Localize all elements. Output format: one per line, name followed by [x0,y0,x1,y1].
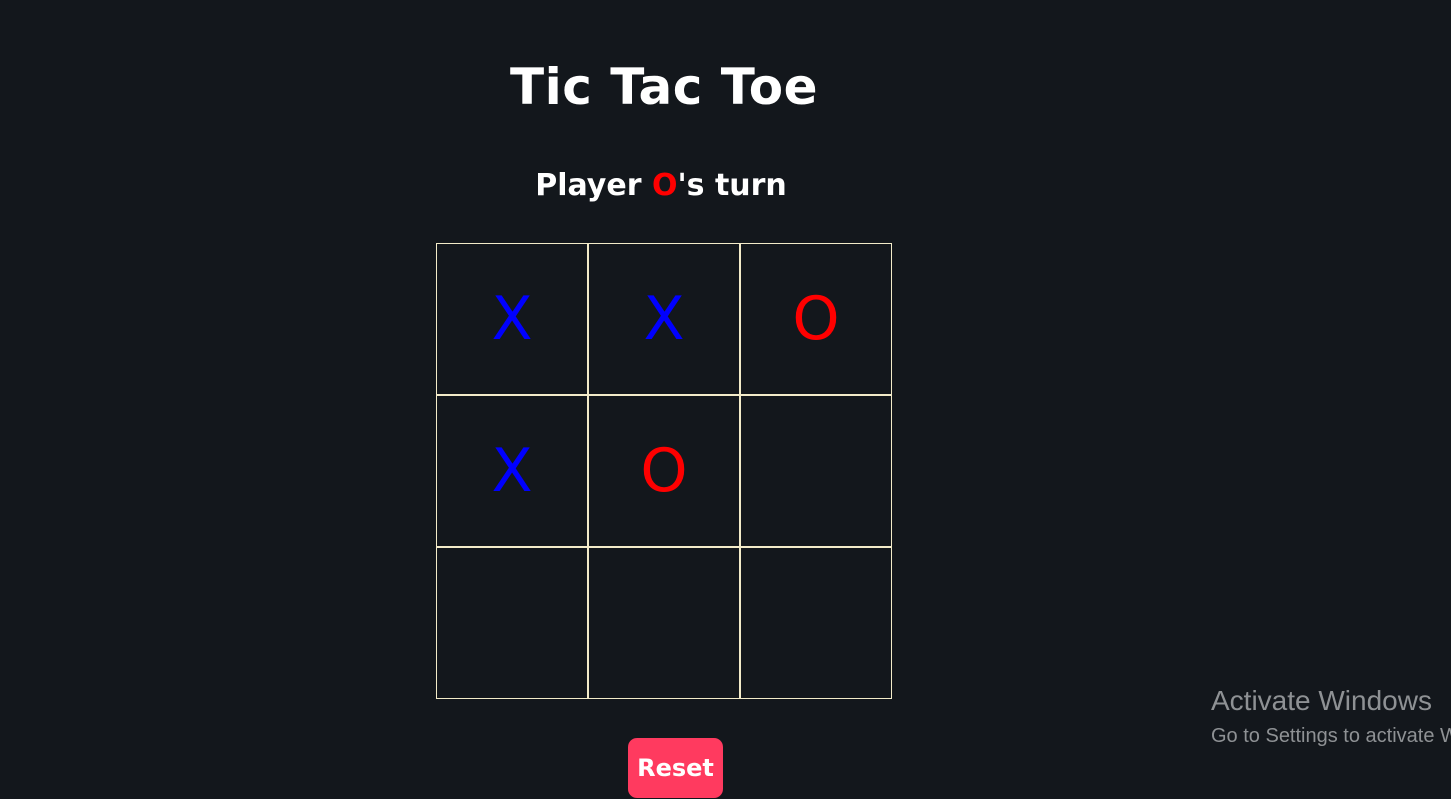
activation-watermark: Activate Windows Go to Settings to activ… [1211,684,1451,754]
watermark-subtitle: Go to Settings to activate Windows. [1211,725,1451,747]
board-cell-3[interactable]: O [740,243,892,395]
reset-button[interactable]: Reset [628,738,723,798]
game-board: X X O X O [436,243,892,700]
board-cell-4[interactable]: X [436,395,588,547]
turn-status: Player O's turn [0,168,1322,203]
turn-status-prefix: Player [535,168,652,203]
watermark-title: Activate Windows [1211,685,1432,716]
board-cell-8[interactable] [588,547,740,699]
current-player: O [651,168,678,203]
board-cell-5[interactable]: O [588,395,740,547]
page-title: Tic Tac Toe [510,58,818,116]
board-cell-6[interactable] [740,395,892,547]
board-cell-7[interactable] [436,547,588,699]
turn-status-suffix: 's turn [677,168,787,203]
board-cell-2[interactable]: X [588,243,740,395]
board-cell-9[interactable] [740,547,892,699]
board-cell-1[interactable]: X [436,243,588,395]
game-page: Tic Tac Toe Player O's turn X X O X O Re… [0,0,1451,799]
